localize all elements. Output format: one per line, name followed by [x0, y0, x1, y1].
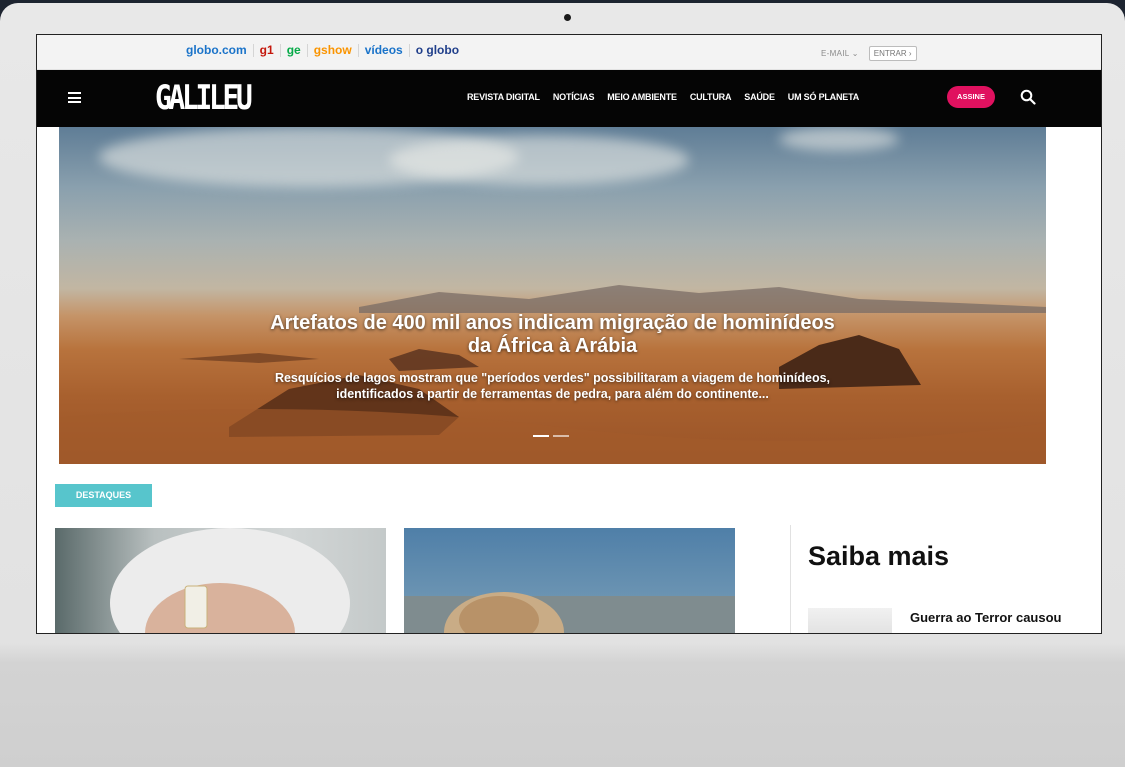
- chevron-right-icon: ›: [908, 49, 912, 58]
- link-o-globo[interactable]: o globo: [410, 44, 465, 57]
- seal-photo: [404, 592, 735, 633]
- related-thumbnail[interactable]: [808, 608, 892, 633]
- nav-item-saude[interactable]: SAÚDE: [744, 92, 775, 102]
- globo-network-links: globo.com g1 ge gshow vídeos o globo: [180, 44, 465, 57]
- nav-item-meio-ambiente[interactable]: MEIO AMBIENTE: [607, 92, 677, 102]
- hero-headline[interactable]: Artefatos de 400 mil anos indicam migraç…: [259, 312, 846, 358]
- related-article-title[interactable]: Guerra ao Terror causou: [910, 609, 1085, 626]
- link-globo-com[interactable]: globo.com: [180, 44, 254, 57]
- nav-item-noticias[interactable]: NOTÍCIAS: [553, 92, 595, 102]
- subscribe-button[interactable]: ASSINE: [947, 86, 995, 108]
- hero-landscape-image: [59, 285, 1046, 464]
- search-icon[interactable]: [1020, 89, 1036, 105]
- chevron-down-icon: ⌄: [851, 49, 859, 58]
- featured-card-image[interactable]: [404, 528, 735, 633]
- lab-worker-photo: [110, 528, 350, 633]
- nav-item-revista-digital[interactable]: REVISTA DIGITAL: [467, 92, 540, 102]
- login-button[interactable]: ENTRAR ›: [868, 46, 917, 61]
- link-ge[interactable]: ge: [281, 44, 308, 57]
- galileu-logo[interactable]: GALILEU: [155, 78, 253, 118]
- account-area: E-MAIL ⌄ ENTRAR ›: [821, 46, 917, 61]
- browser-screen: globo.com g1 ge gshow vídeos o globo E-M…: [36, 34, 1102, 634]
- link-g1[interactable]: g1: [254, 44, 281, 57]
- destaques-label: DESTAQUES: [55, 484, 152, 507]
- login-label: ENTRAR: [873, 49, 907, 58]
- globo-top-bar: globo.com g1 ge gshow vídeos o globo E-M…: [37, 35, 1101, 70]
- carousel-dot[interactable]: [553, 435, 569, 437]
- carousel-dot[interactable]: [533, 435, 549, 437]
- link-videos[interactable]: vídeos: [359, 44, 410, 57]
- link-gshow[interactable]: gshow: [308, 44, 359, 57]
- hamburger-menu-icon[interactable]: [68, 92, 81, 103]
- hero-banner[interactable]: Artefatos de 400 mil anos indicam migraç…: [59, 127, 1046, 464]
- nav-item-cultura[interactable]: CULTURA: [690, 92, 732, 102]
- email-label: E-MAIL: [821, 49, 850, 58]
- carousel-indicators: [533, 435, 569, 437]
- sidebar-heading: Saiba mais: [808, 541, 950, 571]
- webcam-dot: [564, 14, 571, 21]
- nav-menu: REVISTA DIGITAL NOTÍCIAS MEIO AMBIENTE C…: [467, 92, 859, 102]
- hero-subheadline: Resquícios de lagos mostram que "período…: [274, 371, 831, 401]
- featured-card-image[interactable]: [55, 528, 386, 633]
- nav-item-um-so-planeta[interactable]: UM SÓ PLANETA: [788, 92, 859, 102]
- monitor-frame: globo.com g1 ge gshow vídeos o globo E-M…: [0, 3, 1125, 767]
- main-navigation: GALILEU REVISTA DIGITAL NOTÍCIAS MEIO AM…: [37, 70, 1101, 127]
- email-menu-button[interactable]: E-MAIL ⌄: [821, 49, 859, 58]
- column-divider: [790, 525, 791, 633]
